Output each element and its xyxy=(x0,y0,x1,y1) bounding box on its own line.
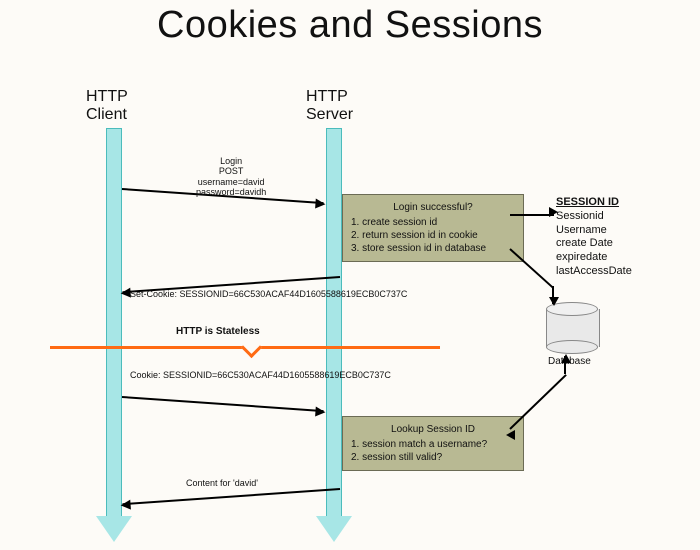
login-box: Login successful? 1. create session id 2… xyxy=(342,194,524,262)
connector-login-to-sessid-arrow xyxy=(549,207,558,217)
connector-login-to-sessid xyxy=(510,214,554,216)
login-request-text: Login POST username=david password=david… xyxy=(196,156,266,197)
page-title: Cookies and Sessions xyxy=(0,4,700,47)
client-label: HTTP Client xyxy=(86,88,128,125)
cookie-req-text: Cookie: SESSIONID=66C530ACAF44D160558861… xyxy=(130,370,450,380)
login-box-step2: 2. return session id in cookie xyxy=(351,229,515,242)
login-box-step1: 1. create session id xyxy=(351,216,515,229)
connector-lookup-to-db xyxy=(509,374,566,430)
database-icon xyxy=(546,302,598,350)
session-id-f2: Username xyxy=(556,224,632,238)
cookie-request-arrow xyxy=(122,396,324,412)
session-id-f5: lastAccessDate xyxy=(556,265,632,279)
connector-login-to-db-arrow xyxy=(552,286,554,304)
stateless-label: HTTP is Stateless xyxy=(176,326,260,337)
login-box-step3: 3. store session id in database xyxy=(351,242,515,255)
client-lifeline xyxy=(106,128,122,520)
lookup-box-title: Lookup Session ID xyxy=(351,423,515,436)
connector-login-to-db xyxy=(509,248,553,288)
connector-lookup-to-db-arrow-down xyxy=(506,430,515,440)
content-response-text: Content for 'david' xyxy=(186,478,258,488)
session-id-f3: create Date xyxy=(556,237,632,251)
login-box-title: Login successful? xyxy=(351,201,515,214)
session-id-f4: expiredate xyxy=(556,251,632,265)
lookup-box-step2: 2. session still valid? xyxy=(351,451,515,464)
stateless-line xyxy=(50,346,440,349)
session-id-f1: Sessionid xyxy=(556,210,632,224)
session-id-header: SESSION ID xyxy=(556,196,632,210)
connector-lookup-to-db-arrow-up xyxy=(564,356,566,374)
lookup-box: Lookup Session ID 1. session match a use… xyxy=(342,416,524,471)
server-lifeline-arrow xyxy=(316,516,352,542)
content-response-arrow xyxy=(122,488,340,505)
client-lifeline-arrow xyxy=(96,516,132,542)
set-cookie-text: Set-Cookie: SESSIONID=66C530ACAF44D16055… xyxy=(130,289,450,299)
lookup-box-step1: 1. session match a username? xyxy=(351,438,515,451)
session-id-table: SESSION ID Sessionid Username create Dat… xyxy=(556,196,632,279)
server-label: HTTP Server xyxy=(306,88,353,125)
server-lifeline xyxy=(326,128,342,520)
